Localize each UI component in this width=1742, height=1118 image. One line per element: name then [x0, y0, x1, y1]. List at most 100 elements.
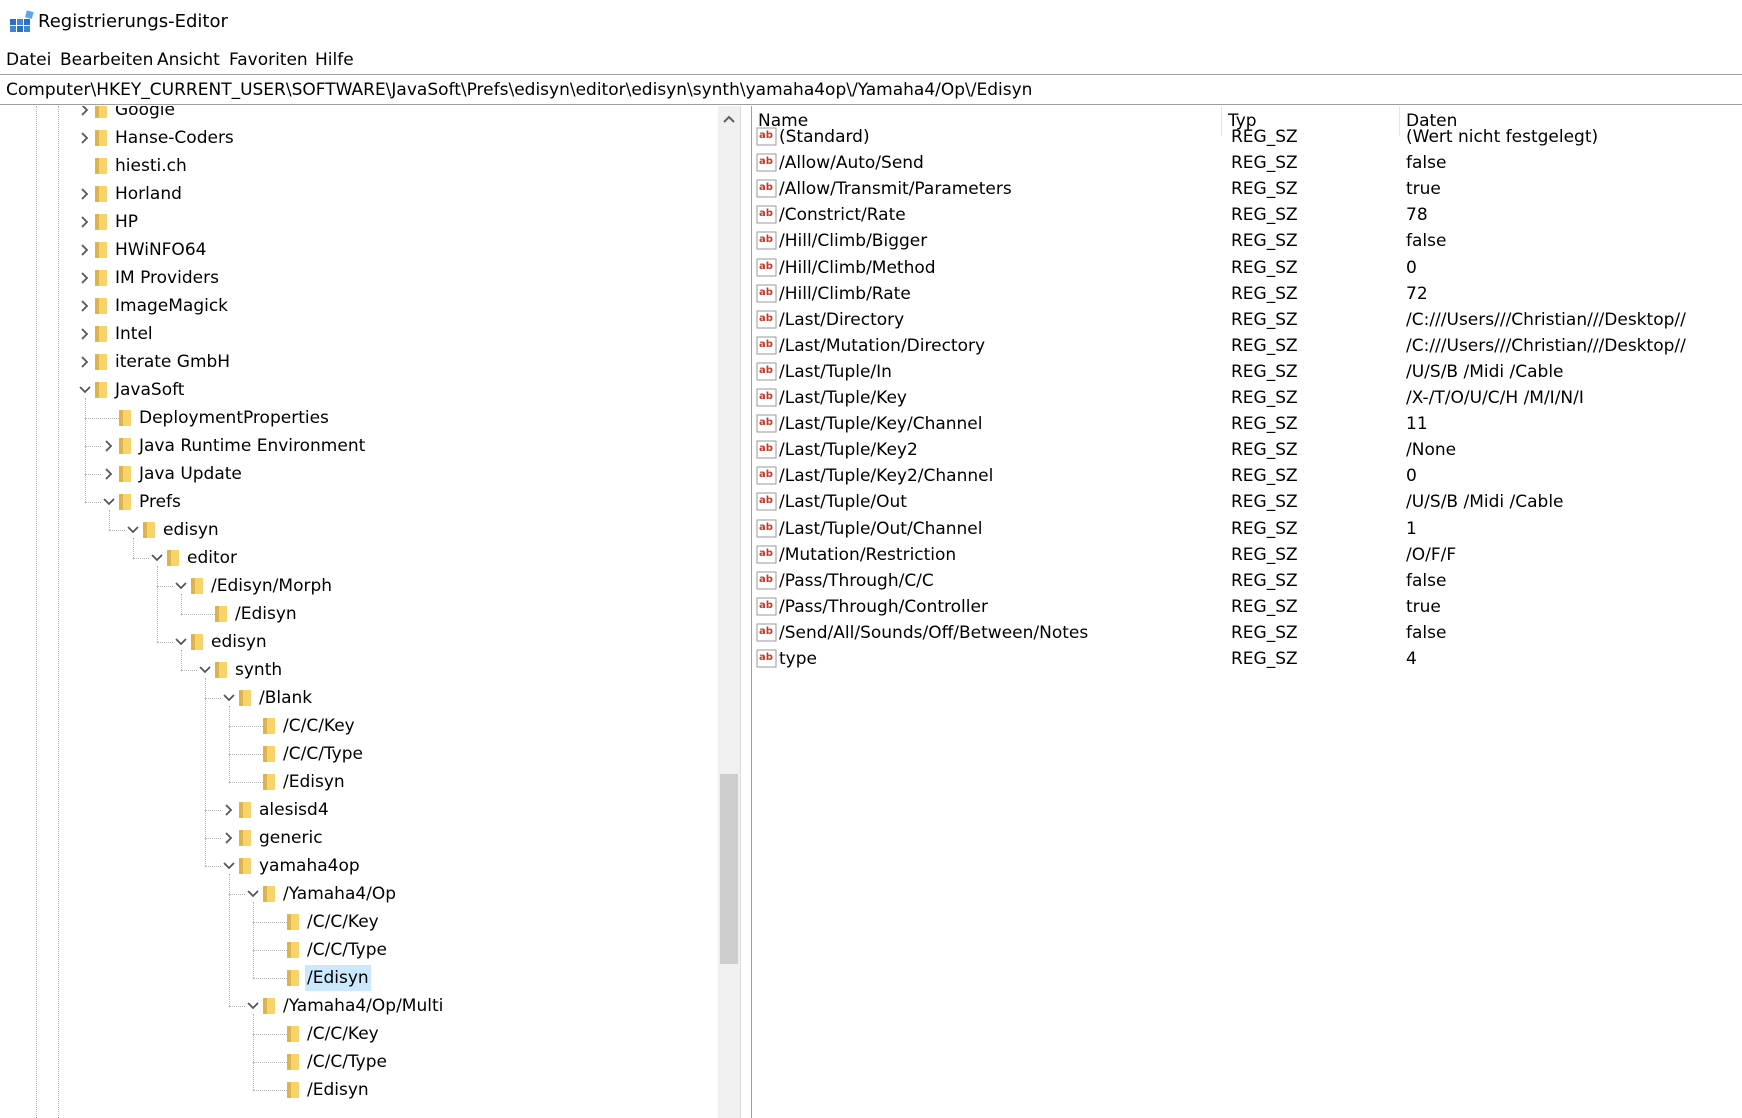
- tree-item[interactable]: IM Providers: [0, 264, 700, 292]
- tree-item-label[interactable]: /Edisyn: [305, 1077, 371, 1103]
- tree-item[interactable]: Prefs: [0, 488, 700, 516]
- tree-item-label[interactable]: generic: [257, 825, 325, 851]
- value-row[interactable]: ab/Allow/Auto/Send REG_SZ false: [752, 149, 1742, 178]
- tree-item[interactable]: Java Runtime Environment: [0, 432, 700, 460]
- tree-item[interactable]: iterate GmbH: [0, 348, 700, 376]
- tree-item-label[interactable]: /Yamaha4/Op: [281, 881, 398, 907]
- tree-item-label[interactable]: Prefs: [137, 489, 183, 515]
- tree-item[interactable]: /Edisyn: [0, 1076, 700, 1104]
- tree-item-label[interactable]: /C/C/Type: [305, 1049, 389, 1075]
- tree-item-label[interactable]: ImageMagick: [113, 293, 230, 319]
- tree-item[interactable]: generic: [0, 824, 700, 852]
- value-row[interactable]: ab/Last/Mutation/Directory REG_SZ/C:///Us…: [752, 332, 1742, 361]
- tree-item-label[interactable]: edisyn: [161, 517, 221, 543]
- tree-item[interactable]: /C/C/Key: [0, 908, 700, 936]
- tree-item-label[interactable]: Java Runtime Environment: [137, 433, 367, 459]
- tree-item[interactable]: JavaSoft: [0, 376, 700, 404]
- menu-datei[interactable]: Datei: [6, 48, 51, 72]
- tree-item-label[interactable]: DeploymentProperties: [137, 405, 331, 431]
- value-row[interactable]: ab/Hill/Climb/Method REG_SZ 0: [752, 254, 1742, 283]
- chevron-down-icon[interactable]: [149, 550, 165, 566]
- chevron-down-icon[interactable]: [245, 886, 261, 902]
- tree-item-label[interactable]: yamaha4op: [257, 853, 362, 879]
- chevron-down-icon[interactable]: [197, 662, 213, 678]
- tree-item-label[interactable]: editor: [185, 545, 239, 571]
- tree-item[interactable]: hiesti.ch: [0, 152, 700, 180]
- tree-item[interactable]: /Edisyn: [0, 964, 700, 992]
- chevron-down-icon[interactable]: [101, 494, 117, 510]
- tree-item-label[interactable]: /Yamaha4/Op/Multi: [281, 993, 445, 1019]
- tree-item-label[interactable]: Horland: [113, 181, 184, 207]
- tree-item[interactable]: synth: [0, 656, 700, 684]
- tree-item[interactable]: Google: [0, 106, 700, 124]
- chevron-right-icon[interactable]: [221, 802, 237, 818]
- scroll-up-arrow-icon[interactable]: [721, 112, 737, 126]
- tree-item[interactable]: editor: [0, 544, 700, 572]
- menu-bearbeiten[interactable]: Bearbeiten: [60, 48, 153, 72]
- value-row[interactable]: ab/Mutation/Restriction REG_SZ/O/F/F: [752, 541, 1742, 570]
- tree-item-label[interactable]: hiesti.ch: [113, 153, 189, 179]
- tree-item[interactable]: /Edisyn: [0, 768, 700, 796]
- tree-item[interactable]: edisyn: [0, 516, 700, 544]
- chevron-down-icon[interactable]: [77, 382, 93, 398]
- pane-splitter[interactable]: [740, 106, 752, 1118]
- tree-item-label[interactable]: IM Providers: [113, 265, 221, 291]
- value-row[interactable]: ab/Last/Tuple/Key2/Channel REG_SZ 0: [752, 462, 1742, 491]
- values-list-pane[interactable]: Name Typ Daten ab (Standard) REG_SZ (Wert n…: [752, 106, 1742, 1118]
- tree-item[interactable]: /Yamaha4/Op: [0, 880, 700, 908]
- chevron-right-icon[interactable]: [77, 186, 93, 202]
- tree-item-label[interactable]: Google: [113, 106, 177, 123]
- value-row[interactable]: ab/Last/Directory REG_SZ/C:///Users///Chr…: [752, 306, 1742, 335]
- tree-item-label[interactable]: /C/C/Key: [305, 1021, 381, 1047]
- tree-item-label[interactable]: iterate GmbH: [113, 349, 232, 375]
- chevron-right-icon[interactable]: [77, 270, 93, 286]
- chevron-right-icon[interactable]: [221, 830, 237, 846]
- tree-item-label[interactable]: /C/C/Type: [281, 741, 365, 767]
- chevron-down-icon[interactable]: [173, 634, 189, 650]
- tree-item-label[interactable]: JavaSoft: [113, 377, 186, 403]
- chevron-down-icon[interactable]: [245, 998, 261, 1014]
- value-row[interactable]: ab/Hill/Climb/Bigger REG_SZ false: [752, 227, 1742, 256]
- tree-item[interactable]: yamaha4op: [0, 852, 700, 880]
- tree-item-label[interactable]: synth: [233, 657, 284, 683]
- tree-item[interactable]: Hanse-Coders: [0, 124, 700, 152]
- tree-item[interactable]: /C/C/Key: [0, 712, 700, 740]
- value-row[interactable]: ab/Send/All/Sounds/Off/Between/Notes REG_…: [752, 619, 1742, 648]
- value-row[interactable]: ab/Last/Tuple/Out/Channel REG_SZ 1: [752, 515, 1742, 544]
- chevron-down-icon[interactable]: [221, 690, 237, 706]
- tree-item-label[interactable]: Intel: [113, 321, 155, 347]
- tree-item-label[interactable]: HWiNFO64: [113, 237, 208, 263]
- chevron-right-icon[interactable]: [101, 466, 117, 482]
- tree-item[interactable]: /C/C/Type: [0, 740, 700, 768]
- value-row[interactable]: ab/Hill/Climb/Rate REG_SZ 72: [752, 280, 1742, 309]
- tree-item-label[interactable]: /Blank: [257, 685, 314, 711]
- tree-item[interactable]: /C/C/Type: [0, 1048, 700, 1076]
- value-row[interactable]: ab/Last/Tuple/Out REG_SZ/U/S/B /Midi /Cab…: [752, 488, 1742, 517]
- tree-item[interactable]: edisyn: [0, 628, 700, 656]
- tree-item-label[interactable]: edisyn: [209, 629, 269, 655]
- value-row[interactable]: ab type REG_SZ 4: [752, 645, 1742, 674]
- value-row[interactable]: ab/Pass/Through/Controller REG_SZ true: [752, 593, 1742, 622]
- address-bar[interactable]: Computer\HKEY_CURRENT_USER\SOFTWARE\Java…: [0, 74, 1742, 105]
- menu-hilfe[interactable]: Hilfe: [315, 48, 354, 72]
- value-row[interactable]: ab/Last/Tuple/Key2 REG_SZ/None: [752, 436, 1742, 465]
- tree-item-label[interactable]: /Edisyn: [233, 601, 299, 627]
- chevron-right-icon[interactable]: [77, 354, 93, 370]
- tree-item-label[interactable]: /Edisyn: [281, 769, 347, 795]
- tree-item-label[interactable]: /C/C/Key: [305, 909, 381, 935]
- menu-ansicht[interactable]: Ansicht: [157, 48, 220, 72]
- value-row[interactable]: ab/Last/Tuple/In REG_SZ/U/S/B /Midi /Cabl…: [752, 358, 1742, 387]
- key-tree-pane[interactable]: Google Hanse-Coders hiesti.ch Horland HP HWiN…: [0, 106, 718, 1118]
- tree-item[interactable]: /Blank: [0, 684, 700, 712]
- value-row[interactable]: ab/Last/Tuple/Key REG_SZ/X-/T/O/U/C/H /M/…: [752, 384, 1742, 413]
- value-row[interactable]: ab/Constrict/Rate REG_SZ 78: [752, 201, 1742, 230]
- tree-item[interactable]: HP: [0, 208, 700, 236]
- scroll-thumb[interactable]: [720, 774, 738, 964]
- address-path[interactable]: Computer\HKEY_CURRENT_USER\SOFTWARE\Java…: [6, 78, 1032, 102]
- tree-item[interactable]: /C/C/Key: [0, 1020, 700, 1048]
- tree-item[interactable]: Java Update: [0, 460, 700, 488]
- chevron-right-icon[interactable]: [77, 326, 93, 342]
- tree-item[interactable]: /Edisyn/Morph: [0, 572, 700, 600]
- chevron-right-icon[interactable]: [77, 106, 93, 118]
- chevron-down-icon[interactable]: [221, 858, 237, 874]
